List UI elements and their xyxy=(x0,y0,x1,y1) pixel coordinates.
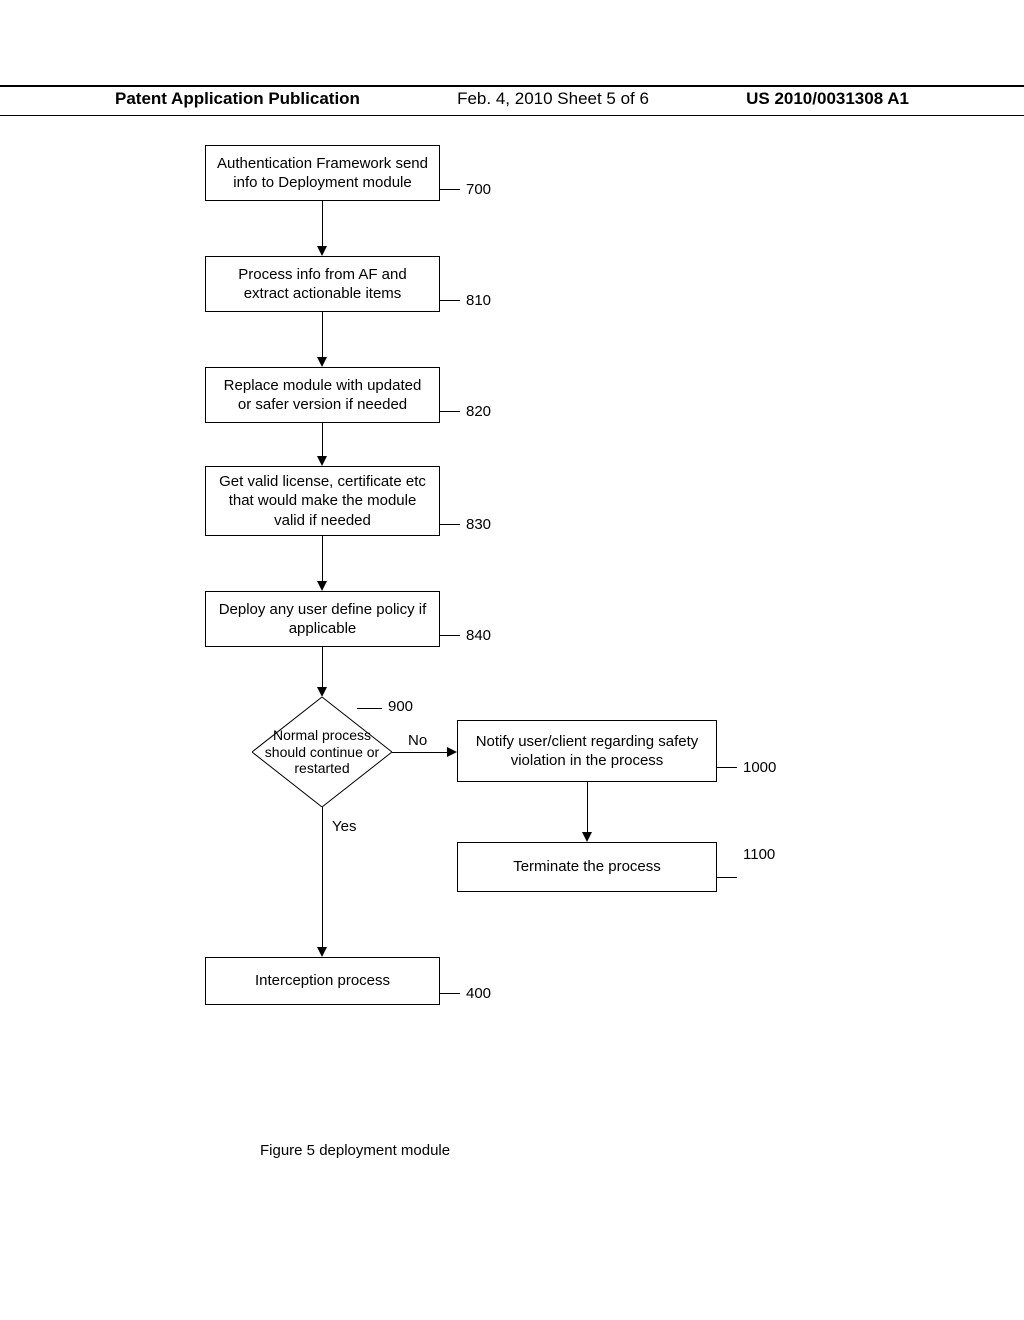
tick-810 xyxy=(440,300,460,301)
tick-1100 xyxy=(717,877,737,878)
box-820-text: Replace module with updated or safer ver… xyxy=(216,376,429,415)
tick-830 xyxy=(440,524,460,525)
box-820: Replace module with updated or safer ver… xyxy=(205,367,440,423)
ref-700: 700 xyxy=(466,181,491,198)
arrow-810-820 xyxy=(322,312,323,357)
tick-840 xyxy=(440,635,460,636)
header-left: Patent Application Publication xyxy=(115,89,360,109)
ref-400: 400 xyxy=(466,985,491,1002)
ref-840: 840 xyxy=(466,627,491,644)
tick-400 xyxy=(440,993,460,994)
page-header: Patent Application Publication Feb. 4, 2… xyxy=(0,85,1024,116)
label-yes: Yes xyxy=(332,818,356,835)
arrowhead-830-840 xyxy=(317,581,327,591)
arrow-700-810 xyxy=(322,201,323,246)
ref-900: 900 xyxy=(388,698,413,715)
box-830-text: Get valid license, certificate etc that … xyxy=(216,472,429,531)
arrowhead-1000-1100 xyxy=(582,832,592,842)
arrow-900-1000 xyxy=(392,752,447,753)
box-700: Authentication Framework send info to De… xyxy=(205,145,440,201)
box-1100: Terminate the process xyxy=(457,842,717,892)
box-830: Get valid license, certificate etc that … xyxy=(205,466,440,536)
header-center: Feb. 4, 2010 Sheet 5 of 6 xyxy=(457,89,649,109)
arrowhead-820-830 xyxy=(317,456,327,466)
box-1000: Notify user/client regarding safety viol… xyxy=(457,720,717,782)
tick-700 xyxy=(440,189,460,190)
flowchart-diagram: Authentication Framework send info to De… xyxy=(0,140,1024,1140)
box-840: Deploy any user define policy if applica… xyxy=(205,591,440,647)
tick-900 xyxy=(357,708,382,709)
label-no: No xyxy=(408,732,427,749)
ref-1000: 1000 xyxy=(743,759,776,776)
box-700-text: Authentication Framework send info to De… xyxy=(216,154,429,193)
box-400: Interception process xyxy=(205,957,440,1005)
box-1000-text: Notify user/client regarding safety viol… xyxy=(468,732,706,771)
ref-810: 810 xyxy=(466,292,491,309)
box-840-text: Deploy any user define policy if applica… xyxy=(216,600,429,639)
ref-830: 830 xyxy=(466,516,491,533)
figure-caption: Figure 5 deployment module xyxy=(260,1142,450,1159)
arrow-900-400 xyxy=(322,807,323,947)
ref-820: 820 xyxy=(466,403,491,420)
arrow-820-830 xyxy=(322,423,323,456)
box-1100-text: Terminate the process xyxy=(513,857,661,877)
tick-1000 xyxy=(717,767,737,768)
arrowhead-900-1000 xyxy=(447,747,457,757)
tick-820 xyxy=(440,411,460,412)
arrow-840-900 xyxy=(322,647,323,687)
decision-900-text: Normal process should continue or restar… xyxy=(264,727,380,777)
box-810: Process info from AF and extract actiona… xyxy=(205,256,440,312)
header-right: US 2010/0031308 A1 xyxy=(746,89,909,109)
arrow-1000-1100 xyxy=(587,782,588,832)
ref-1100: 1100 xyxy=(743,846,775,863)
arrowhead-900-400 xyxy=(317,947,327,957)
decision-900: Normal process should continue or restar… xyxy=(252,697,392,807)
box-400-text: Interception process xyxy=(255,971,390,991)
arrow-830-840 xyxy=(322,536,323,581)
arrowhead-810-820 xyxy=(317,357,327,367)
box-810-text: Process info from AF and extract actiona… xyxy=(216,265,429,304)
arrowhead-700-810 xyxy=(317,246,327,256)
arrowhead-840-900 xyxy=(317,687,327,697)
